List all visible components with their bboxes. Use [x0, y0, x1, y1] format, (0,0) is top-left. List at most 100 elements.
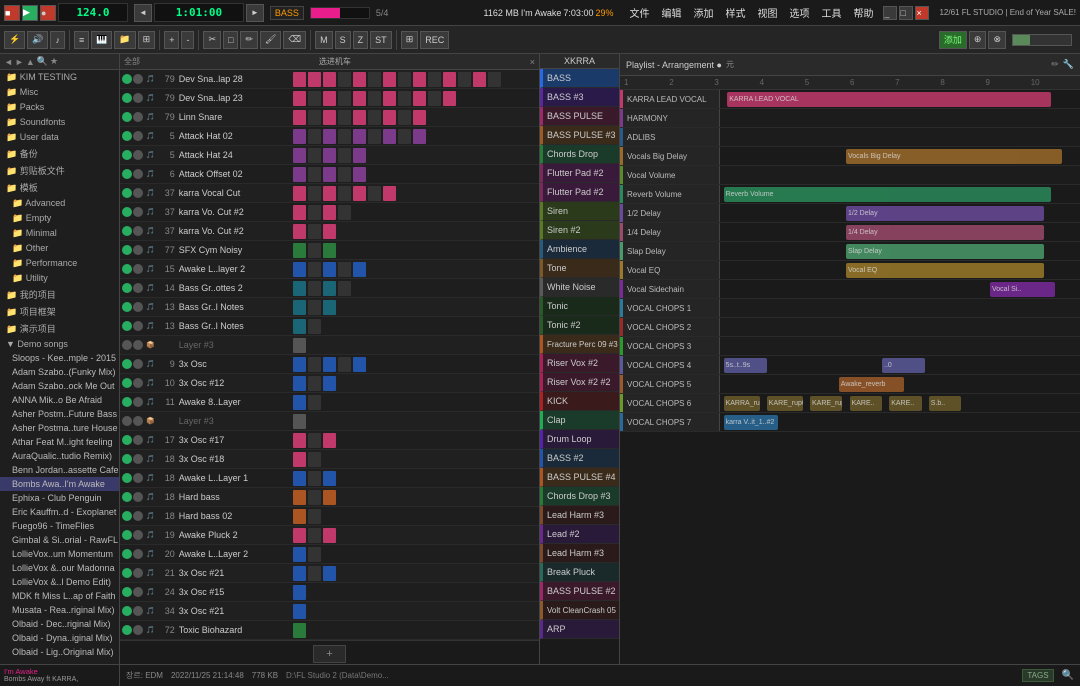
- ch-name-21[interactable]: Awake L..Layer 1: [179, 473, 269, 483]
- ch-patterns-20[interactable]: [290, 451, 539, 468]
- ch-name-17[interactable]: Awake 8..Layer: [179, 397, 269, 407]
- minimize-button[interactable]: _: [883, 6, 897, 20]
- bpm-display[interactable]: 124.0: [58, 3, 128, 22]
- ch-name-7[interactable]: karra Vo. Cut #2: [179, 207, 269, 217]
- ch-active-26[interactable]: [122, 568, 132, 578]
- ch-name-6[interactable]: karra Vocal Cut: [179, 188, 269, 198]
- ch-patterns-29[interactable]: [290, 622, 539, 639]
- sidebar-item-ephixa[interactable]: Ephixa - Club Penguin: [0, 491, 119, 505]
- clip-quarter-delay[interactable]: 1/4 Delay: [846, 225, 1044, 240]
- sidebar-item-templates[interactable]: 📁 模板: [0, 179, 119, 196]
- menu-tools[interactable]: 工具: [817, 3, 845, 22]
- ch-name-4[interactable]: Attack Hat 24: [179, 150, 269, 160]
- ch-active-10[interactable]: [122, 264, 132, 274]
- sidebar-item-lollie1[interactable]: LollieVox..um Momentum: [0, 547, 119, 561]
- menu-options[interactable]: 选项: [785, 3, 813, 22]
- add-button[interactable]: 添加: [939, 31, 967, 49]
- tb-select[interactable]: □: [223, 31, 238, 49]
- ch-mute-25[interactable]: [133, 549, 143, 559]
- ch-mute-3[interactable]: [133, 131, 143, 141]
- ch-name-0[interactable]: Dev Sna..lap 28: [179, 74, 269, 84]
- track-label-chops5[interactable]: VOCAL CHOPS 5: [620, 375, 720, 393]
- ch-patterns-6[interactable]: [290, 185, 539, 202]
- ch-active-1[interactable]: [122, 93, 132, 103]
- ch-mute-27[interactable]: [133, 587, 143, 597]
- track-clips-half-delay[interactable]: 1/2 Delay: [720, 204, 1080, 222]
- ch-mute-28[interactable]: [133, 606, 143, 616]
- ch-mute-18[interactable]: [133, 416, 143, 426]
- ch-mute-21[interactable]: [133, 473, 143, 483]
- inst-16[interactable]: Riser Vox #2 #2: [540, 373, 619, 392]
- sidebar-item-asher-future[interactable]: Asher Postm..Future Bass: [0, 407, 119, 421]
- tb-mute[interactable]: M: [315, 31, 333, 49]
- ch-patterns-25[interactable]: [290, 546, 539, 563]
- sidebar-item-advanced[interactable]: 📁 Advanced: [0, 196, 119, 211]
- sidebar-item-backup[interactable]: 📁 备份: [0, 145, 119, 162]
- clip-chops6f[interactable]: S.b..: [929, 396, 961, 411]
- ch-mute-2[interactable]: [133, 112, 143, 122]
- ch-active-3[interactable]: [122, 131, 132, 141]
- ch-active-24[interactable]: [122, 530, 132, 540]
- sidebar-item-lollie3[interactable]: LollieVox &..l Demo Edit): [0, 575, 119, 589]
- tb-record-mode[interactable]: REC: [420, 31, 449, 49]
- sidebar-item-performance[interactable]: 📁 Performance: [0, 256, 119, 271]
- ch-name-16[interactable]: 3x Osc #12: [179, 378, 269, 388]
- clip-karra-lead[interactable]: KARRA LEAD VOCAL: [727, 92, 1051, 107]
- ch-name-27[interactable]: 3x Osc #15: [179, 587, 269, 597]
- track-clips-chops1[interactable]: [720, 299, 1080, 317]
- ch-active-28[interactable]: [122, 606, 132, 616]
- ch-patterns-16[interactable]: [290, 375, 539, 392]
- track-label-vocal-sidechain[interactable]: Vocal Sidechain: [620, 280, 720, 298]
- ch-mute-20[interactable]: [133, 454, 143, 464]
- ch-name-12[interactable]: Bass Gr..l Notes: [179, 302, 269, 312]
- clip-chops6d[interactable]: KARE..: [850, 396, 882, 411]
- ch-mute-24[interactable]: [133, 530, 143, 540]
- ch-name-9[interactable]: SFX Cym Noisy: [179, 245, 269, 255]
- sidebar-item-adam-funky[interactable]: Adam Szabo..(Funky Mix): [0, 365, 119, 379]
- ch-name-22[interactable]: Hard bass: [179, 492, 269, 502]
- tb-slip[interactable]: S: [335, 31, 351, 49]
- sidebar-item-lollie2[interactable]: LollieVox &..our Madonna: [0, 561, 119, 575]
- track-label-chops3[interactable]: VOCAL CHOPS 3: [620, 337, 720, 355]
- track-clips-vocal-volume[interactable]: [720, 166, 1080, 184]
- inst-1[interactable]: BASS #3: [540, 88, 619, 107]
- track-clips-vocal-sidechain[interactable]: Vocal Si..: [720, 280, 1080, 298]
- track-label-vocal-volume[interactable]: Vocal Volume: [620, 166, 720, 184]
- inst-13[interactable]: Tonic #2: [540, 316, 619, 335]
- tb-extra2[interactable]: ⊗: [988, 31, 1006, 49]
- track-label-harmony[interactable]: HARMONY: [620, 109, 720, 127]
- sidebar-item-sloops[interactable]: Sloops - Kee..mple - 2015: [0, 351, 119, 365]
- ch-patterns-22[interactable]: [290, 489, 539, 506]
- track-clips-quarter-delay[interactable]: 1/4 Delay: [720, 223, 1080, 241]
- ch-active-25[interactable]: [122, 549, 132, 559]
- clip-chops5[interactable]: Awake_reverb: [839, 377, 904, 392]
- tags-button[interactable]: TAGS: [1022, 669, 1053, 682]
- ch-active-8[interactable]: [122, 226, 132, 236]
- clip-vocals-big-delay[interactable]: Vocals Big Delay: [846, 149, 1062, 164]
- track-clips-chops4[interactable]: 5s..t..9s ..0: [720, 356, 1080, 374]
- inst-27[interactable]: BASS PULSE #2: [540, 582, 619, 601]
- ch-mute-29[interactable]: [133, 625, 143, 635]
- tb-snap[interactable]: ⊞: [401, 31, 419, 49]
- add-channel-button[interactable]: +: [313, 645, 345, 663]
- inst-15[interactable]: Riser Vox #2: [540, 354, 619, 373]
- sidebar-item-olbaid3[interactable]: Olbaid - Lig..Original Mix): [0, 645, 119, 659]
- ch-patterns-5[interactable]: [290, 166, 539, 183]
- sidebar-item-framework[interactable]: 📁 项目框架: [0, 303, 119, 320]
- track-label-vocals-big-delay[interactable]: Vocals Big Delay: [620, 147, 720, 165]
- ch-mute-5[interactable]: [133, 169, 143, 179]
- ch-patterns-19[interactable]: [290, 432, 539, 449]
- ch-mute-23[interactable]: [133, 511, 143, 521]
- ch-name-1[interactable]: Dev Sna..lap 23: [179, 93, 269, 103]
- ch-patterns-17[interactable]: [290, 394, 539, 411]
- clip-vocal-eq[interactable]: Vocal EQ: [846, 263, 1044, 278]
- sidebar-item-demo-songs[interactable]: ▼ Demo songs: [0, 337, 119, 351]
- tb-extra1[interactable]: ⊕: [969, 31, 987, 49]
- ch-name-14[interactable]: Layer #3: [179, 340, 269, 350]
- clip-chops7[interactable]: karra V..it_1..#2: [724, 415, 778, 430]
- ch-active-22[interactable]: [122, 492, 132, 502]
- ch-name-29[interactable]: Toxic Biohazard: [179, 625, 269, 635]
- inst-8[interactable]: Siren #2: [540, 221, 619, 240]
- sidebar-item-eric[interactable]: Eric Kauffm..d - Exoplanet: [0, 505, 119, 519]
- ch-active-6[interactable]: [122, 188, 132, 198]
